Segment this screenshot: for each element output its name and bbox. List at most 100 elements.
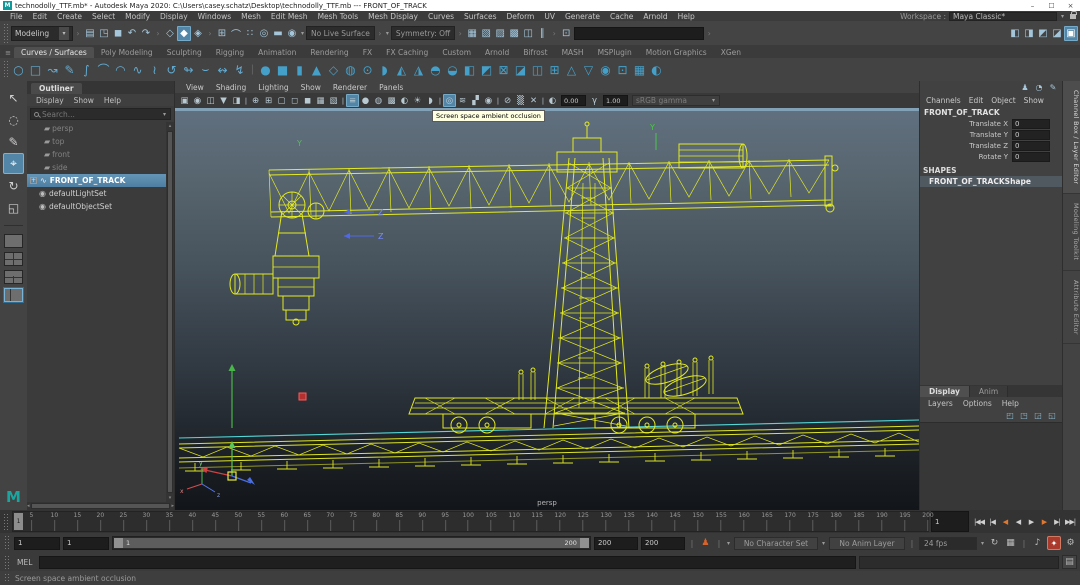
live-surface-field[interactable]: No Live Surface <box>306 26 375 40</box>
snap-to-view-plane-icon[interactable]: ▬ <box>271 26 285 41</box>
bevel-icon[interactable]: ◧ <box>461 60 478 79</box>
step-forward-key-button[interactable]: ▶ <box>1038 514 1050 529</box>
group-separator[interactable]: › <box>550 29 558 38</box>
isolate-select-icon[interactable]: ⊘ <box>501 94 514 107</box>
att-value-field[interactable]: 0 <box>1012 119 1050 129</box>
menu-file[interactable]: File <box>5 12 28 21</box>
speed-control-icon[interactable]: ◔ <box>1033 82 1045 94</box>
attach-surfaces-icon[interactable]: △ <box>563 60 580 79</box>
render-view-icon[interactable]: ▦ <box>465 26 479 41</box>
command-input[interactable] <box>39 556 856 569</box>
menu-select[interactable]: Select <box>87 12 120 21</box>
channel-menu-channels[interactable]: Channels <box>922 96 965 105</box>
nurbs-torus-icon[interactable]: ◍ <box>342 60 359 79</box>
script-editor-icon[interactable]: ▤ <box>1062 555 1077 569</box>
empty-layer-icon[interactable]: ◳ <box>1018 410 1030 421</box>
attribute-editor-toggle-icon[interactable]: ◧ <box>1008 26 1022 41</box>
panel-menu-shading[interactable]: Shading <box>210 83 252 92</box>
channel-menu-edit[interactable]: Edit <box>965 96 988 105</box>
animation-start-field[interactable]: 1 <box>14 537 60 550</box>
menu-surfaces[interactable]: Surfaces <box>459 12 501 21</box>
shelf-tab-arnold[interactable]: Arnold <box>478 47 516 58</box>
extend-curve-icon[interactable]: ↬ <box>180 60 197 79</box>
channel-menu-show[interactable]: Show <box>1020 96 1048 105</box>
gate-mask-icon[interactable]: ◼ <box>301 94 314 107</box>
lasso-select-tool[interactable]: ◌ <box>3 109 24 130</box>
layer-menu-help[interactable]: Help <box>997 399 1024 408</box>
step-back-frame-button[interactable]: |◀ <box>986 514 998 529</box>
att-value-field[interactable]: 0 <box>1012 152 1050 162</box>
expand-icon[interactable]: + <box>30 177 37 184</box>
smooth-shade-icon[interactable]: ● <box>359 94 372 107</box>
outliner-menu-display[interactable]: Display <box>31 96 69 105</box>
field-chart-icon[interactable]: ▦ <box>314 94 327 107</box>
mel-toggle[interactable]: MEL <box>14 558 36 567</box>
current-frame-field[interactable]: 1 <box>931 511 969 532</box>
menu-windows[interactable]: Windows <box>193 12 236 21</box>
time-ruler[interactable]: 1 51015202530354045505560657075808590951… <box>12 511 929 532</box>
group-separator[interactable]: › <box>74 29 82 38</box>
menu-mesh-display[interactable]: Mesh Display <box>363 12 423 21</box>
shelf-tab-bifrost[interactable]: Bifrost <box>516 47 554 58</box>
fps-dropdown[interactable]: 24 fps <box>919 537 977 550</box>
layer-tab-display[interactable]: Display <box>920 386 970 397</box>
detach-surfaces-icon[interactable]: ▽ <box>580 60 597 79</box>
tool-settings-toggle-icon[interactable]: ◨ <box>1022 26 1036 41</box>
attach-curves-icon[interactable]: ∿ <box>129 60 146 79</box>
workspace-panel-toggle-icon[interactable]: ▣ <box>1064 26 1078 41</box>
menu-mesh-tools[interactable]: Mesh Tools <box>313 12 364 21</box>
nurbs-cone-icon[interactable]: ▲ <box>308 60 325 79</box>
select-by-object-type-icon[interactable]: ◆ <box>177 26 191 41</box>
tab-outliner[interactable]: Outliner <box>31 83 82 94</box>
boundary-icon[interactable]: ◒ <box>444 60 461 79</box>
menu-mesh[interactable]: Mesh <box>236 12 266 21</box>
project-curve-icon[interactable]: ⊠ <box>495 60 512 79</box>
outliner-horizontal-scrollbar[interactable]: ◂ ▸ <box>27 502 174 510</box>
outliner-menu-show[interactable]: Show <box>69 96 99 105</box>
select-by-hierarchy-icon[interactable]: ◇ <box>163 26 177 41</box>
select-camera-icon[interactable]: ▣ <box>178 94 191 107</box>
depth-of-field-icon[interactable]: ◉ <box>482 94 495 107</box>
birail-icon[interactable]: ◓ <box>427 60 444 79</box>
screen-space-ao-icon[interactable]: ◎ <box>443 94 456 107</box>
scroll-right-icon[interactable]: ▸ <box>171 502 174 510</box>
film-gate-icon[interactable]: ▢ <box>275 94 288 107</box>
chevron-down-icon[interactable]: ▾ <box>1061 13 1064 20</box>
layer-list[interactable] <box>920 422 1062 510</box>
quick-selection-input[interactable] <box>574 27 704 40</box>
outliner-item-front[interactable]: + front <box>27 148 166 161</box>
playback-end-field[interactable]: 200 <box>594 537 638 550</box>
image-plane-icon[interactable]: ◨ <box>230 94 243 107</box>
gamma-field[interactable]: 1.00 <box>603 95 628 106</box>
snap-to-curve-icon[interactable]: ⌒ <box>229 26 243 41</box>
grid-icon[interactable]: ⊞ <box>262 94 275 107</box>
bookmarks-icon[interactable]: ▼ <box>217 94 230 107</box>
paint-select-tool[interactable]: ✎ <box>3 131 24 152</box>
group-separator[interactable]: › <box>705 29 713 38</box>
move-tool[interactable]: ⌖ <box>3 153 24 174</box>
shelf-tab-custom[interactable]: Custom <box>435 47 478 58</box>
outliner-search-input[interactable]: Search... ▾ <box>30 108 171 120</box>
play-forwards-button[interactable]: ▶ <box>1025 514 1037 529</box>
panel-menu-panels[interactable]: Panels <box>373 83 409 92</box>
time-slider-grip[interactable] <box>3 513 8 530</box>
command-line-grip[interactable] <box>4 555 9 569</box>
outliner-item-defaultobjectset[interactable]: + defaultObjectSet <box>27 200 166 213</box>
save-scene-icon[interactable]: ◼ <box>111 26 125 41</box>
insert-knot-icon[interactable]: ↺ <box>163 60 180 79</box>
scroll-up-icon[interactable]: ▴ <box>169 122 172 130</box>
chevron-down-icon[interactable]: ▾ <box>981 540 984 547</box>
chevron-down-icon[interactable]: ▾ <box>386 30 389 37</box>
shelf-tab-poly-modeling[interactable]: Poly Modeling <box>94 47 160 58</box>
current-frame-marker[interactable]: 1 <box>14 513 23 530</box>
layer-from-selected-icon[interactable]: ◲ <box>1032 410 1044 421</box>
range-bar[interactable]: 1 200 <box>112 536 591 550</box>
make-object-live-icon[interactable]: ◉ <box>285 26 299 41</box>
att-value-field[interactable]: 0 <box>1012 141 1050 151</box>
step-forward-frame-button[interactable]: ▶| <box>1051 514 1063 529</box>
shelf-tab-fx[interactable]: FX <box>356 47 379 58</box>
menu-uv[interactable]: UV <box>539 12 560 21</box>
lights-icon[interactable]: ☀ <box>411 94 424 107</box>
range-fill[interactable] <box>114 538 589 548</box>
range-start-handle[interactable] <box>114 538 123 548</box>
